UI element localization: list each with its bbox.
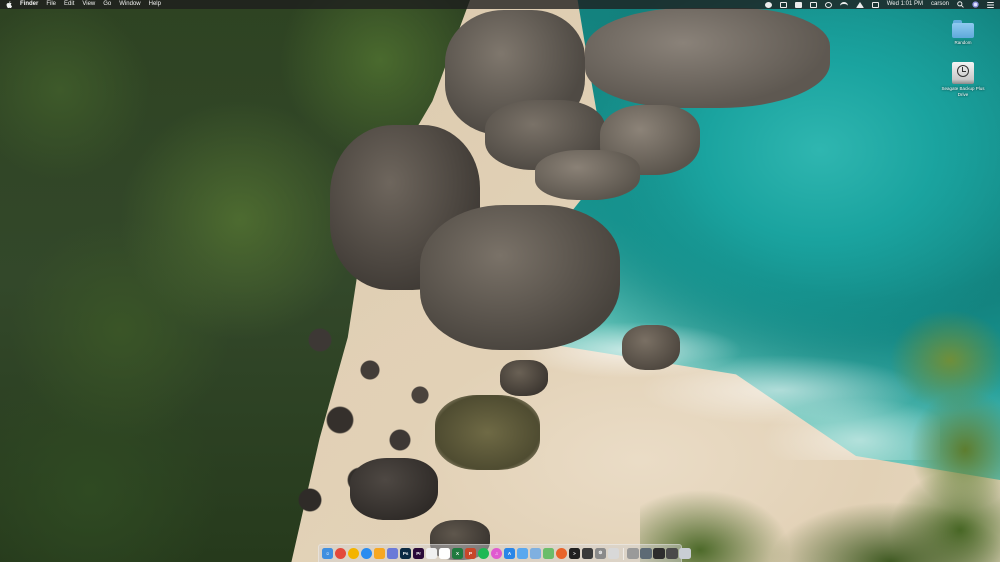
- desktop-stack-icon[interactable]: [653, 547, 665, 560]
- grid-icon[interactable]: [794, 1, 802, 8]
- folder-icon: [952, 20, 974, 38]
- menu-go[interactable]: Go: [103, 0, 111, 9]
- chrome-canary-icon[interactable]: [347, 547, 360, 560]
- wallpaper-fronds: [640, 470, 1000, 562]
- dock: ☺ Ps Pr X P ♫ A > ⚙: [318, 544, 691, 562]
- wallpaper-rock: [585, 8, 830, 108]
- airplay-icon[interactable]: [809, 1, 817, 8]
- preview-icon[interactable]: [529, 547, 542, 560]
- photoshop-icon[interactable]: Ps: [399, 547, 412, 560]
- siri-icon[interactable]: [972, 1, 979, 8]
- app-store-icon[interactable]: A: [503, 547, 516, 560]
- volume-icon[interactable]: [855, 1, 864, 8]
- menu-help[interactable]: Help: [149, 0, 161, 9]
- wallpaper-moss: [435, 395, 540, 470]
- menu-app-name[interactable]: Finder: [20, 0, 38, 9]
- menu-bar-right: Wed 1:01 PM carson: [764, 0, 994, 9]
- screenshot-stack-icon[interactable]: [627, 547, 639, 560]
- powerpoint-icon[interactable]: P: [464, 547, 477, 560]
- itunes-icon[interactable]: ♫: [490, 547, 503, 560]
- screen-record-icon[interactable]: [764, 1, 772, 8]
- desktop-item-label: Seagate Backup Plus Drive: [941, 86, 985, 97]
- menu-file[interactable]: File: [46, 0, 56, 9]
- finder-icon[interactable]: ☺: [322, 547, 334, 560]
- chrome-icon[interactable]: [334, 547, 347, 560]
- dropbox-icon[interactable]: [779, 1, 787, 8]
- calendar-icon[interactable]: [438, 547, 451, 560]
- maps-icon[interactable]: [542, 547, 555, 560]
- excel-icon[interactable]: X: [451, 547, 464, 560]
- menu-user[interactable]: carson: [931, 0, 949, 9]
- desktop-item-random-folder[interactable]: Random: [933, 20, 993, 46]
- desktop-item-label: Random: [954, 40, 972, 45]
- discord-icon[interactable]: [386, 547, 399, 560]
- wallpaper-rock: [500, 360, 548, 396]
- menu-clock[interactable]: Wed 1:01 PM: [887, 0, 923, 9]
- menu-window[interactable]: Window: [119, 0, 140, 9]
- spotlight-search-icon[interactable]: [957, 1, 964, 8]
- external-drive-icon: [952, 62, 974, 84]
- premiere-icon[interactable]: Pr: [412, 547, 425, 560]
- apple-menu-icon[interactable]: [6, 1, 12, 8]
- dock-separator: [622, 547, 624, 560]
- display-icon[interactable]: [871, 1, 879, 8]
- quicktime-icon[interactable]: [607, 547, 620, 560]
- photos-icon[interactable]: [425, 547, 438, 560]
- wallpaper-rock: [420, 205, 620, 350]
- desktop-wallpaper: [0, 0, 1000, 562]
- menu-bar-left: Finder File Edit View Go Window Help: [6, 0, 161, 9]
- menu-edit[interactable]: Edit: [64, 0, 74, 9]
- downloads-stack-icon[interactable]: [640, 547, 652, 560]
- terminal-icon[interactable]: >: [568, 547, 581, 560]
- documents-stack-icon[interactable]: [666, 547, 678, 560]
- wifi-icon[interactable]: [839, 1, 848, 8]
- time-machine-icon[interactable]: [824, 1, 832, 8]
- wallpaper-rock: [535, 150, 640, 200]
- trash-icon[interactable]: [679, 547, 691, 560]
- spotify-icon[interactable]: [477, 547, 490, 560]
- notification-center-icon[interactable]: [987, 1, 994, 8]
- system-preferences-icon[interactable]: ⚙: [594, 547, 607, 560]
- activity-monitor-icon[interactable]: [581, 547, 594, 560]
- menu-view[interactable]: View: [82, 0, 95, 9]
- desktop-item-seagate-drive[interactable]: Seagate Backup Plus Drive: [933, 62, 993, 97]
- mail-icon[interactable]: [516, 547, 529, 560]
- firefox-icon[interactable]: [555, 547, 568, 560]
- menu-bar: Finder File Edit View Go Window Help Wed…: [0, 0, 1000, 9]
- wallpaper-rock: [350, 458, 438, 520]
- sketch-icon[interactable]: [373, 547, 386, 560]
- messenger-icon[interactable]: [360, 547, 373, 560]
- wallpaper-rock: [622, 325, 680, 370]
